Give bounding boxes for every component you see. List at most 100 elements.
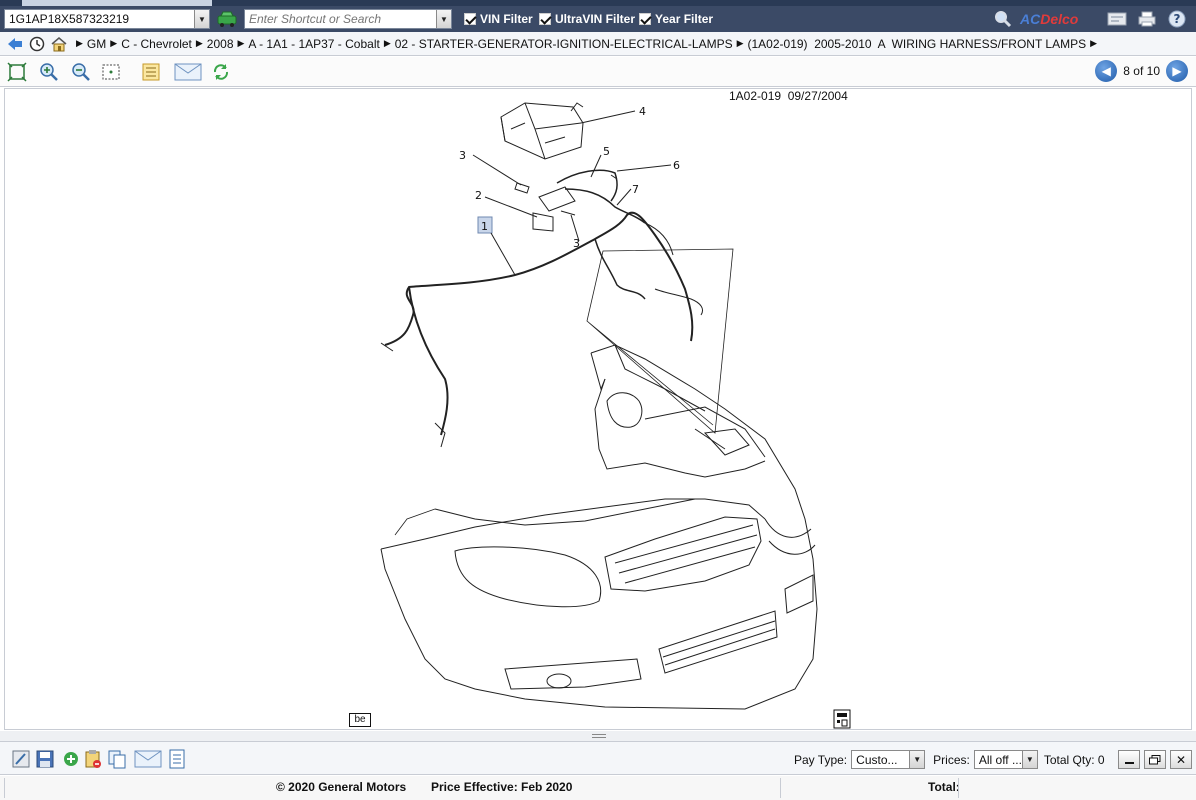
minimize-button[interactable] (1118, 750, 1140, 769)
year-filter-checkbox[interactable]: Year Filter (639, 12, 713, 26)
vin-dropdown-button[interactable]: ▼ (194, 10, 209, 28)
prices-label: Prices: (933, 752, 970, 767)
breadcrumb-separator-icon: ▶ (383, 38, 391, 48)
breadcrumb: ▶ GM ▶ C - Chevrolet ▶ 2008 ▶ A - 1A1 - … (0, 32, 1196, 56)
total-label: Total: (928, 780, 960, 794)
year-filter-label: Year Filter (655, 12, 714, 26)
breadcrumb-item[interactable]: 02 - STARTER-GENERATOR-IGNITION-ELECTRIC… (395, 37, 733, 51)
breadcrumb-separator-icon: ▶ (76, 38, 83, 48)
top-icon-group: AC Delco ? (984, 10, 1188, 28)
catalog-icon[interactable] (1106, 10, 1128, 28)
email-icon[interactable] (174, 61, 202, 83)
select-icon[interactable] (100, 61, 122, 83)
remove-clipboard-icon[interactable] (82, 748, 104, 770)
history-icon[interactable] (28, 35, 46, 53)
chevron-down-icon[interactable]: ▼ (1021, 751, 1037, 768)
vin-filter-label: VIN Filter (480, 12, 533, 26)
splitter-grip-icon[interactable] (592, 734, 606, 738)
page-counter: 8 of 10 (1123, 64, 1160, 78)
callout-4[interactable]: 4 (639, 105, 646, 118)
pay-type-label: Pay Type: (794, 752, 848, 767)
ultravin-filter-checkbox[interactable]: UltraVIN Filter (539, 12, 635, 26)
callout-7[interactable]: 7 (632, 183, 639, 196)
fuse-box-drawing (500, 102, 584, 160)
help-icon[interactable]: ? (1166, 10, 1188, 28)
breadcrumb-separator-icon: ▶ (110, 38, 118, 48)
copy-icon[interactable] (106, 748, 128, 770)
refresh-icon[interactable] (210, 61, 232, 83)
footer-divider (958, 778, 959, 798)
breadcrumb-separator-icon: ▶ (195, 38, 203, 48)
vin-combo[interactable]: 1G1AP18X587323219 ▼ (4, 9, 210, 29)
search-bar: 1G1AP18X587323219 ▼ ▼ VIN Filter UltraVI… (0, 6, 1196, 32)
shortcut-dropdown-button[interactable]: ▼ (436, 10, 451, 28)
car-icon[interactable] (216, 10, 238, 28)
add-icon[interactable] (60, 748, 82, 770)
vin-filter-checkbox[interactable]: VIN Filter (464, 12, 533, 26)
ultravin-filter-label: UltraVIN Filter (555, 12, 636, 26)
acdelco-logo: AC Delco (1020, 10, 1098, 28)
fit-icon[interactable] (6, 61, 28, 83)
save-icon[interactable] (34, 748, 56, 770)
be-badge: be (349, 713, 371, 727)
pay-type-value: Custo... (856, 752, 898, 767)
chevron-down-icon[interactable]: ▼ (909, 751, 925, 768)
zoom-out-icon[interactable] (70, 61, 92, 83)
callout-3-top[interactable]: 3 (459, 149, 466, 162)
breadcrumb-item[interactable]: GM (87, 37, 106, 51)
minimize-icon (1124, 761, 1134, 764)
callout-6[interactable]: 6 (673, 159, 680, 172)
parts-list-toolbar: Pay Type: Custo... ▼ Prices: All off ...… (0, 741, 1196, 775)
checkbox-checked-icon[interactable] (639, 13, 651, 25)
copyright-text: © 2020 General Motors (276, 780, 407, 794)
breadcrumb-item[interactable]: (1A02-019) 2005-2010 A WIRING HARNESS/FR… (748, 37, 1087, 51)
edit-icon[interactable] (10, 748, 32, 770)
prev-arrow-icon[interactable]: ◀ (1095, 60, 1118, 82)
shortcut-search-input[interactable] (245, 10, 436, 28)
brand-ac: AC (1020, 11, 1041, 27)
breadcrumb-separator-icon: ▶ (237, 38, 245, 48)
brand-delco: Delco (1040, 11, 1079, 27)
restore-icon (1149, 754, 1161, 764)
zoom-in-icon[interactable] (38, 61, 60, 83)
printer-icon[interactable] (1136, 10, 1158, 28)
price-effective-text: Price Effective: Feb 2020 (431, 780, 573, 794)
next-arrow-icon[interactable]: ▶ (1166, 60, 1188, 82)
home-icon[interactable] (50, 35, 68, 53)
email-icon[interactable] (134, 748, 162, 770)
diagram-illustration: 4 3 5 6 2 7 3 1 (380, 102, 818, 710)
pay-type-group: Pay Type: Custo... ▼ Prices: All off ...… (794, 750, 1105, 769)
total-qty: Total Qty: 0 (1043, 752, 1105, 767)
callout-1[interactable]: 1 (481, 220, 488, 233)
footer-divider (780, 778, 781, 798)
back-icon[interactable] (6, 35, 24, 53)
prices-value: All off ... (978, 752, 1022, 767)
calculator-icon[interactable] (833, 709, 851, 729)
pane-splitter[interactable] (0, 731, 1196, 741)
checkbox-checked-icon[interactable] (539, 13, 551, 25)
list-icon[interactable] (140, 61, 162, 83)
restore-button[interactable] (1144, 750, 1166, 769)
close-button[interactable]: ✕ (1170, 750, 1192, 769)
car-front-drawing (380, 344, 818, 710)
magnifier-icon[interactable] (992, 10, 1014, 28)
report-icon[interactable] (166, 748, 188, 770)
footer-divider (4, 778, 5, 798)
callout-2[interactable]: 2 (475, 189, 482, 202)
close-icon: ✕ (1175, 752, 1187, 767)
parts-diagram[interactable]: 1A02-019 09/27/2004 4 3 5 6 2 7 3 1 be (4, 88, 1192, 730)
vin-input[interactable]: 1G1AP18X587323219 (5, 10, 194, 28)
callout-5[interactable]: 5 (603, 145, 610, 158)
status-footer: © 2020 General Motors Price Effective: F… (0, 776, 1196, 800)
checkbox-checked-icon[interactable] (464, 13, 476, 25)
breadcrumb-item[interactable]: A - 1A1 - 1AP37 - Cobalt (248, 37, 379, 51)
shortcut-search-combo[interactable]: ▼ (244, 9, 452, 29)
breadcrumb-item[interactable]: 2008 (207, 37, 234, 51)
page-navigator: ◀ 8 of 10 ▶ (1095, 60, 1188, 82)
breadcrumb-item[interactable]: C - Chevrolet (121, 37, 192, 51)
diagram-toolbar: ◀ 8 of 10 ▶ (0, 57, 1196, 87)
svg-text:?: ? (1174, 12, 1181, 26)
breadcrumb-separator-icon: ▶ (1090, 38, 1097, 48)
prices-select[interactable]: All off ... ▼ (973, 750, 1038, 769)
pay-type-select[interactable]: Custo... ▼ (851, 750, 926, 769)
